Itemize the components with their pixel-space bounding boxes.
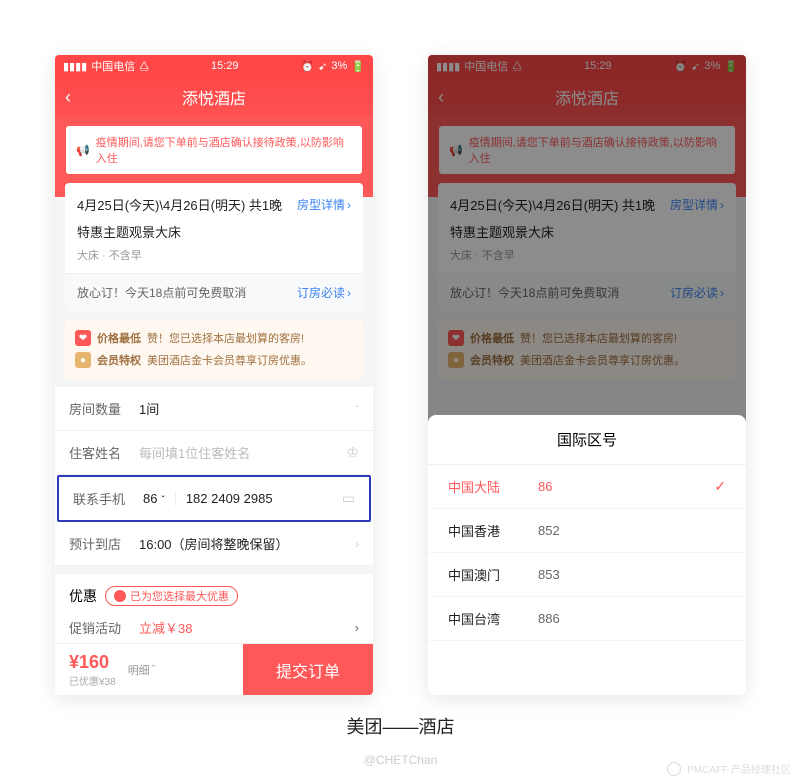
battery-icon: 🔋: [351, 60, 365, 73]
booking-card: 4月25日(今天)\4月26日(明天) 共1晚 房型详情 特惠主题观景大床 大床…: [65, 183, 363, 311]
gold-icon: ●: [75, 352, 91, 368]
country-name: 中国台湾: [448, 609, 538, 628]
navbar: ‹ 添悦酒店: [55, 77, 373, 117]
heart-icon: ❤: [75, 330, 91, 346]
check-icon: ✓: [714, 478, 726, 495]
date-range: 4月25日(今天)\4月26日(明天) 共1晚: [77, 195, 282, 214]
phone-right: ▮▮▮▮ 中国电信 ⧋ 15:29 ⏰ ➹ 3% 🔋 ‹ 添悦酒店 📢 疫情期间…: [428, 55, 746, 695]
discount-title: 优惠: [69, 586, 97, 606]
page-title: 添悦酒店: [55, 85, 373, 109]
room-count-row[interactable]: 房间数量 1间: [55, 387, 373, 431]
price-box: ¥160 已优惠¥38 明细 ˆ: [55, 644, 243, 695]
signal-icon: ▮▮▮▮: [63, 60, 87, 73]
discount-badge: 已为您选择最大优惠: [105, 586, 238, 606]
perk-member: ● 会员特权 美团酒店金卡会员尊享订房优惠。: [75, 349, 353, 371]
watermark-text: PMCAFF 产品经理社区: [687, 761, 791, 776]
chevron-down-icon: [161, 491, 164, 506]
back-button[interactable]: ‹: [65, 87, 71, 108]
chevron-right-icon: ›: [355, 537, 359, 551]
price-detail-link[interactable]: 明细 ˆ: [128, 662, 156, 678]
watermark: PMCAFF 产品经理社区: [667, 761, 791, 776]
location-icon: ➹: [318, 60, 327, 73]
country-option-mo[interactable]: 中国澳门 853: [428, 553, 746, 597]
field-label: 联系手机: [73, 489, 143, 508]
saved-amount: 已优惠¥38: [69, 673, 116, 688]
arrival-value: 16:00（房间将整晚保留）: [139, 534, 355, 553]
promo-label: 促销活动: [69, 618, 139, 637]
wifi-icon: ⧋: [139, 60, 149, 73]
total-price: ¥160: [69, 652, 116, 673]
megaphone-icon: 📢: [76, 144, 90, 157]
perks: ❤ 价格最低 赞！您已选择本店最划算的客房! ● 会员特权 美团酒店金卡会员尊享…: [65, 319, 363, 379]
room-name: 特惠主题观景大床: [65, 218, 363, 245]
phone-input[interactable]: 182 2409 2985: [186, 491, 342, 506]
perk-tag: 价格最低: [97, 330, 141, 346]
room-count-value: 1间: [139, 399, 356, 418]
caption: 美团——酒店: [0, 713, 801, 739]
country-option-hk[interactable]: 中国香港 852: [428, 509, 746, 553]
room-type-link[interactable]: 房型详情: [297, 196, 351, 213]
field-label: 房间数量: [69, 399, 139, 418]
country-name: 中国澳门: [448, 565, 538, 584]
country-code: 853: [538, 567, 726, 582]
contacts-icon[interactable]: ▭: [342, 490, 355, 507]
perk-text: 美团酒店金卡会员尊享订房优惠。: [147, 352, 312, 368]
country-code-value: 86: [143, 491, 157, 506]
chevron-right-icon: ›: [355, 620, 359, 635]
cancel-policy: 放心订！今天18点前可免费取消: [77, 284, 246, 301]
bottom-bar: ¥160 已优惠¥38 明细 ˆ 提交订单: [55, 643, 373, 695]
policy-link[interactable]: 订房必读: [297, 284, 351, 301]
phone-row[interactable]: 联系手机 86 182 2409 2985 ▭: [57, 475, 371, 522]
guest-name-row[interactable]: 住客姓名 每间填1位住客姓名 ♔: [55, 431, 373, 475]
country-option-tw[interactable]: 中国台湾 886: [428, 597, 746, 641]
battery-pct: 3%: [331, 60, 347, 72]
chevron-down-icon: [356, 402, 359, 416]
sheet-title: 国际区号: [428, 415, 746, 465]
statusbar: ▮▮▮▮ 中国电信 ⧋ 15:29 ⏰ ➹ 3% 🔋: [55, 55, 373, 77]
field-label: 预计到店: [69, 534, 139, 553]
promo-row[interactable]: 促销活动 立减￥38 ›: [69, 606, 359, 637]
country-code: 86: [538, 479, 714, 494]
country-code-select[interactable]: 86: [143, 491, 176, 506]
country-code: 886: [538, 611, 726, 626]
covid-notice: 📢 疫情期间,请您下单前与酒店确认接待政策,以防影响入住: [65, 125, 363, 175]
guest-name-input[interactable]: 每间填1位住客姓名: [139, 443, 346, 462]
notice-text: 疫情期间,请您下单前与酒店确认接待政策,以防影响入住: [96, 134, 352, 166]
country-option-cn[interactable]: 中国大陆 86 ✓: [428, 465, 746, 509]
perk-tag: 会员特权: [97, 352, 141, 368]
perk-text: 赞！您已选择本店最划算的客房!: [147, 330, 304, 346]
country-code-sheet: 国际区号 中国大陆 86 ✓ 中国香港 852 中国澳门 853 中国台湾 88…: [428, 415, 746, 695]
country-name: 中国香港: [448, 521, 538, 540]
guest-form: 房间数量 1间 住客姓名 每间填1位住客姓名 ♔ 联系手机 86 182 240…: [55, 387, 373, 566]
alarm-icon: ⏰: [300, 60, 314, 73]
arrival-row[interactable]: 预计到店 16:00（房间将整晚保留） ›: [55, 522, 373, 566]
room-sub: 大床 · 不含早: [65, 245, 363, 273]
submit-button[interactable]: 提交订单: [243, 644, 373, 695]
content: 📢 疫情期间,请您下单前与酒店确认接待政策,以防影响入住 4月25日(今天)\4…: [55, 117, 373, 695]
chevron-up-icon: ˆ: [152, 664, 156, 676]
country-code: 852: [538, 523, 726, 538]
country-name: 中国大陆: [448, 477, 538, 496]
phone-left: ▮▮▮▮ 中国电信 ⧋ 15:29 ⏰ ➹ 3% 🔋 ‹ 添悦酒店 📢 疫情期间…: [55, 55, 373, 695]
promo-value: 立减￥38: [139, 618, 355, 637]
watermark-icon: [667, 762, 681, 776]
carrier-label: 中国电信: [91, 58, 135, 74]
discount-section: 优惠 已为您选择最大优惠 促销活动 立减￥38 ›: [55, 574, 373, 649]
person-icon[interactable]: ♔: [346, 444, 359, 461]
clock: 15:29: [211, 60, 239, 72]
perk-lowest-price: ❤ 价格最低 赞！您已选择本店最划算的客房!: [75, 327, 353, 349]
field-label: 住客姓名: [69, 443, 139, 462]
